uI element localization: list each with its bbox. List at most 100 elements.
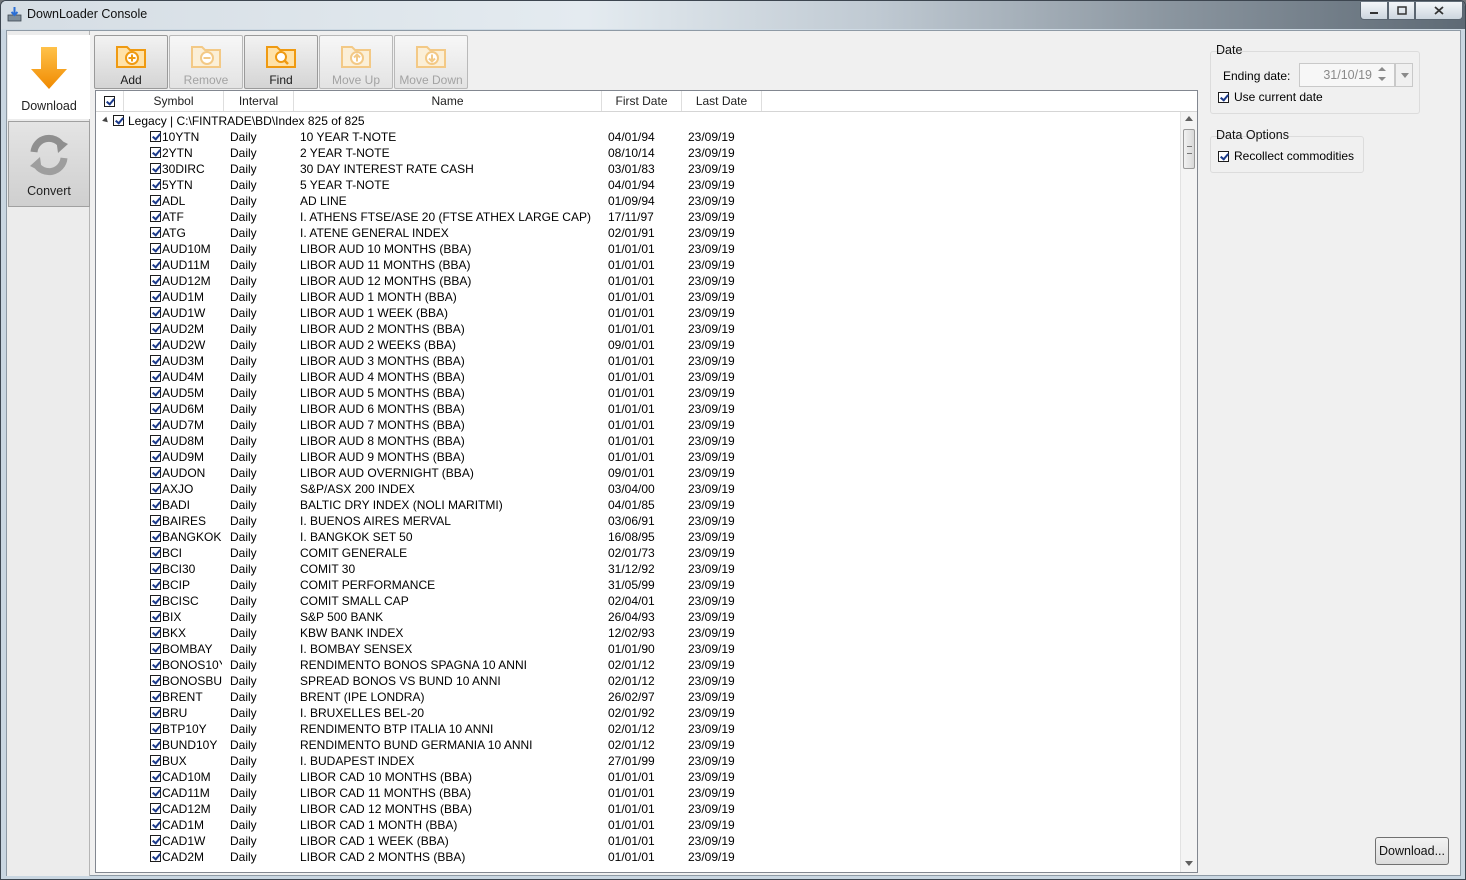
row-checkbox[interactable] <box>150 483 161 494</box>
row-checkbox[interactable] <box>150 691 161 702</box>
table-row[interactable]: BRENT Daily BRENT (IPE LONDRA) 26/02/97 23/0… <box>96 689 1181 705</box>
table-row[interactable]: AUD1M Daily LIBOR AUD 1 MONTH (BBA) 01/01/0… <box>96 289 1181 305</box>
table-row[interactable]: BCI Daily COMIT GENERALE 02/01/73 23/09/19 <box>96 545 1181 561</box>
table-row[interactable]: AUD8M Daily LIBOR AUD 8 MONTHS (BBA) 01/01/… <box>96 433 1181 449</box>
row-checkbox[interactable] <box>150 339 161 350</box>
table-row[interactable]: 30DIRC Daily 30 DAY INTEREST RATE CASH 03/0… <box>96 161 1181 177</box>
header-last-date[interactable]: Last Date <box>682 91 762 111</box>
row-checkbox[interactable] <box>150 659 161 670</box>
row-checkbox[interactable] <box>150 131 161 142</box>
row-checkbox[interactable] <box>150 387 161 398</box>
table-row[interactable]: 10YTN Daily 10 YEAR T-NOTE 04/01/94 23/09/19 <box>96 129 1181 145</box>
scroll-down-icon[interactable] <box>1185 861 1193 866</box>
table-row[interactable]: CAD2M Daily LIBOR CAD 2 MONTHS (BBA) 01/01/… <box>96 849 1181 865</box>
row-checkbox[interactable] <box>150 163 161 174</box>
download-button[interactable]: Download... <box>1375 837 1449 865</box>
table-row[interactable]: BUX Daily I. BUDAPEST INDEX 27/01/99 23/09/1… <box>96 753 1181 769</box>
table-row[interactable]: BKX Daily KBW BANK INDEX 12/02/93 23/09/19 <box>96 625 1181 641</box>
group-row[interactable]: Legacy | C:\FINTRADE\BD\Index 825 of 825 <box>96 113 1181 129</box>
table-row[interactable]: BCISC Daily COMIT SMALL CAP 02/04/01 23/09/1… <box>96 593 1181 609</box>
scroll-thumb[interactable] <box>1183 129 1195 169</box>
table-row[interactable]: BOMBAY Daily I. BOMBAY SENSEX 01/01/90 23/09… <box>96 641 1181 657</box>
row-checkbox[interactable] <box>150 211 161 222</box>
row-checkbox[interactable] <box>150 803 161 814</box>
table-row[interactable]: BUND10Y Daily RENDIMENTO BUND GERMANIA 10 … <box>96 737 1181 753</box>
table-row[interactable]: BIX Daily S&P 500 BANK 26/04/93 23/09/19 <box>96 609 1181 625</box>
spin-up-icon[interactable] <box>1378 67 1386 71</box>
group-checkbox[interactable] <box>113 115 124 126</box>
row-checkbox[interactable] <box>150 467 161 478</box>
row-checkbox[interactable] <box>150 771 161 782</box>
table-row[interactable]: CAD11M Daily LIBOR CAD 11 MONTHS (BBA) 01/0… <box>96 785 1181 801</box>
close-button[interactable] <box>1415 2 1463 20</box>
table-row[interactable]: AUD11M Daily LIBOR AUD 11 MONTHS (BBA) 01/0… <box>96 257 1181 273</box>
row-checkbox[interactable] <box>150 499 161 510</box>
row-checkbox[interactable] <box>150 259 161 270</box>
row-checkbox[interactable] <box>150 723 161 734</box>
use-current-date-check[interactable] <box>1218 91 1229 103</box>
table-row[interactable]: BAIRES Daily I. BUENOS AIRES MERVAL 03/06/9… <box>96 513 1181 529</box>
row-checkbox[interactable] <box>150 547 161 558</box>
table-row[interactable]: BRU Daily I. BRUXELLES BEL-20 02/01/92 23/09… <box>96 705 1181 721</box>
table-row[interactable]: CAD10M Daily LIBOR CAD 10 MONTHS (BBA) 01/0… <box>96 769 1181 785</box>
row-checkbox[interactable] <box>150 675 161 686</box>
row-checkbox[interactable] <box>150 403 161 414</box>
table-row[interactable]: AUD3M Daily LIBOR AUD 3 MONTHS (BBA) 01/01/… <box>96 353 1181 369</box>
add-button[interactable]: Add <box>94 35 168 89</box>
recollect-commodities-checkbox[interactable]: Recollect commodities <box>1218 149 1354 163</box>
row-checkbox[interactable] <box>150 563 161 574</box>
row-checkbox[interactable] <box>150 323 161 334</box>
table-row[interactable]: AUD4M Daily LIBOR AUD 4 MONTHS (BBA) 01/01/… <box>96 369 1181 385</box>
row-checkbox[interactable] <box>150 307 161 318</box>
row-checkbox[interactable] <box>150 179 161 190</box>
table-row[interactable]: AUD6M Daily LIBOR AUD 6 MONTHS (BBA) 01/01/… <box>96 401 1181 417</box>
table-row[interactable]: 5YTN Daily 5 YEAR T-NOTE 04/01/94 23/09/19 <box>96 177 1181 193</box>
remove-button[interactable]: Remove <box>169 35 243 89</box>
row-checkbox[interactable] <box>150 355 161 366</box>
scroll-up-icon[interactable] <box>1185 116 1193 121</box>
table-row[interactable]: AUD2M Daily LIBOR AUD 2 MONTHS (BBA) 01/01/… <box>96 321 1181 337</box>
table-row[interactable]: AUD12M Daily LIBOR AUD 12 MONTHS (BBA) 01/0… <box>96 273 1181 289</box>
table-row[interactable]: BTP10Y Daily RENDIMENTO BTP ITALIA 10 ANNI… <box>96 721 1181 737</box>
row-checkbox[interactable] <box>150 611 161 622</box>
spin-down-icon[interactable] <box>1378 77 1386 81</box>
ending-date-dropdown[interactable] <box>1395 63 1413 87</box>
row-checkbox[interactable] <box>150 819 161 830</box>
table-row[interactable]: BADI Daily BALTIC DRY INDEX (NOLI MARITMI)… <box>96 497 1181 513</box>
row-checkbox[interactable] <box>150 195 161 206</box>
table-row[interactable]: BANGKOK Daily I. BANGKOK SET 50 16/08/95 23/… <box>96 529 1181 545</box>
table-row[interactable]: CAD1M Daily LIBOR CAD 1 MONTH (BBA) 01/01/0… <box>96 817 1181 833</box>
row-checkbox[interactable] <box>150 147 161 158</box>
row-checkbox[interactable] <box>150 435 161 446</box>
row-checkbox[interactable] <box>150 451 161 462</box>
header-interval[interactable]: Interval <box>224 91 294 111</box>
table-row[interactable]: AUDON Daily LIBOR AUD OVERNIGHT (BBA) 09/01… <box>96 465 1181 481</box>
vertical-scrollbar[interactable] <box>1180 112 1197 872</box>
table-row[interactable]: BONOS10Y Daily RENDIMENTO BONOS SPAGNA 10 … <box>96 657 1181 673</box>
row-checkbox[interactable] <box>150 515 161 526</box>
find-button[interactable]: Find <box>244 35 318 89</box>
row-checkbox[interactable] <box>150 787 161 798</box>
table-row[interactable]: AXJO Daily S&P/ASX 200 INDEX 03/04/00 23/09/… <box>96 481 1181 497</box>
table-row[interactable]: CAD1W Daily LIBOR CAD 1 WEEK (BBA) 01/01/01… <box>96 833 1181 849</box>
table-row[interactable]: AUD1W Daily LIBOR AUD 1 WEEK (BBA) 01/01/01… <box>96 305 1181 321</box>
row-checkbox[interactable] <box>150 755 161 766</box>
table-row[interactable]: AUD2W Daily LIBOR AUD 2 WEEKS (BBA) 09/01/0… <box>96 337 1181 353</box>
table-row[interactable]: AUD5M Daily LIBOR AUD 5 MONTHS (BBA) 01/01/… <box>96 385 1181 401</box>
row-checkbox[interactable] <box>150 851 161 862</box>
nav-convert-button[interactable]: Convert <box>8 121 90 207</box>
row-checkbox[interactable] <box>150 739 161 750</box>
ending-date-spinner[interactable] <box>1377 65 1387 85</box>
row-checkbox[interactable] <box>150 275 161 286</box>
row-checkbox[interactable] <box>150 227 161 238</box>
table-row[interactable]: ATG Daily I. ATENE GENERAL INDEX 02/01/91 23… <box>96 225 1181 241</box>
row-checkbox[interactable] <box>150 627 161 638</box>
row-checkbox[interactable] <box>150 707 161 718</box>
row-checkbox[interactable] <box>150 291 161 302</box>
header-first-date[interactable]: First Date <box>602 91 682 111</box>
row-checkbox[interactable] <box>150 835 161 846</box>
row-checkbox[interactable] <box>150 595 161 606</box>
row-checkbox[interactable] <box>150 243 161 254</box>
table-row[interactable]: 2YTN Daily 2 YEAR T-NOTE 08/10/14 23/09/19 <box>96 145 1181 161</box>
row-checkbox[interactable] <box>150 419 161 430</box>
